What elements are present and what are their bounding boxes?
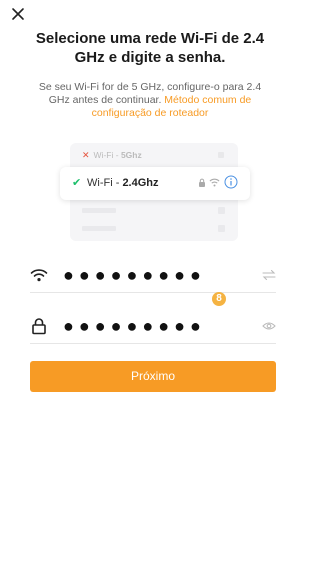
wifi-password-value: ●●●●●●●●● <box>63 265 206 285</box>
description: Se seu Wi-Fi for de 5 GHz, configure-o p… <box>34 81 266 120</box>
close-button[interactable] <box>8 4 28 24</box>
page-title: Selecione uma rede Wi-Fi de 2.4 GHz e di… <box>35 30 265 66</box>
eye-icon[interactable] <box>262 320 276 332</box>
notification-badge: 8 <box>212 292 226 306</box>
placeholder-bar <box>82 226 116 231</box>
wifi-password-field[interactable]: ●●●●●●●●● <box>30 262 276 293</box>
password-value: ●●●●●●●●● <box>63 316 206 336</box>
close-icon <box>12 8 24 20</box>
info-icon <box>224 175 238 189</box>
wifi-small-icon <box>209 178 220 187</box>
wifi-setup-screen: Selecione uma rede Wi-Fi de 2.4 GHz e di… <box>0 0 299 584</box>
network-5g-row: ✕ Wi-Fi - 5Ghz <box>82 148 142 162</box>
network-24g-band: 2.4Ghz <box>122 177 159 189</box>
password-field[interactable]: ●●●●●●●●● <box>30 313 276 344</box>
lock-icon <box>32 318 46 335</box>
placeholder-bar <box>218 225 225 232</box>
cross-icon: ✕ <box>82 149 90 160</box>
check-icon: ✔ <box>72 177 82 189</box>
placeholder-bar <box>82 208 116 213</box>
wifi-icon <box>30 269 48 282</box>
network-5g-indicator <box>218 152 224 158</box>
network-24g-prefix: Wi-Fi - <box>87 177 123 189</box>
placeholder-bar <box>218 207 225 214</box>
next-button[interactable]: Próximo <box>30 361 276 392</box>
lock-small-icon <box>199 178 205 187</box>
wifi-illustration: ✕ Wi-Fi - 5Ghz ✔ Wi-Fi - 2.4Ghz <box>60 140 250 244</box>
network-24g-label: Wi-Fi - 2.4Ghz <box>87 177 159 189</box>
network-24g-card: ✔ Wi-Fi - 2.4Ghz <box>60 167 250 200</box>
network-5g-prefix: Wi-Fi - <box>93 150 119 160</box>
network-5g-band: 5Ghz <box>120 150 142 160</box>
switch-network-icon[interactable] <box>262 269 276 281</box>
